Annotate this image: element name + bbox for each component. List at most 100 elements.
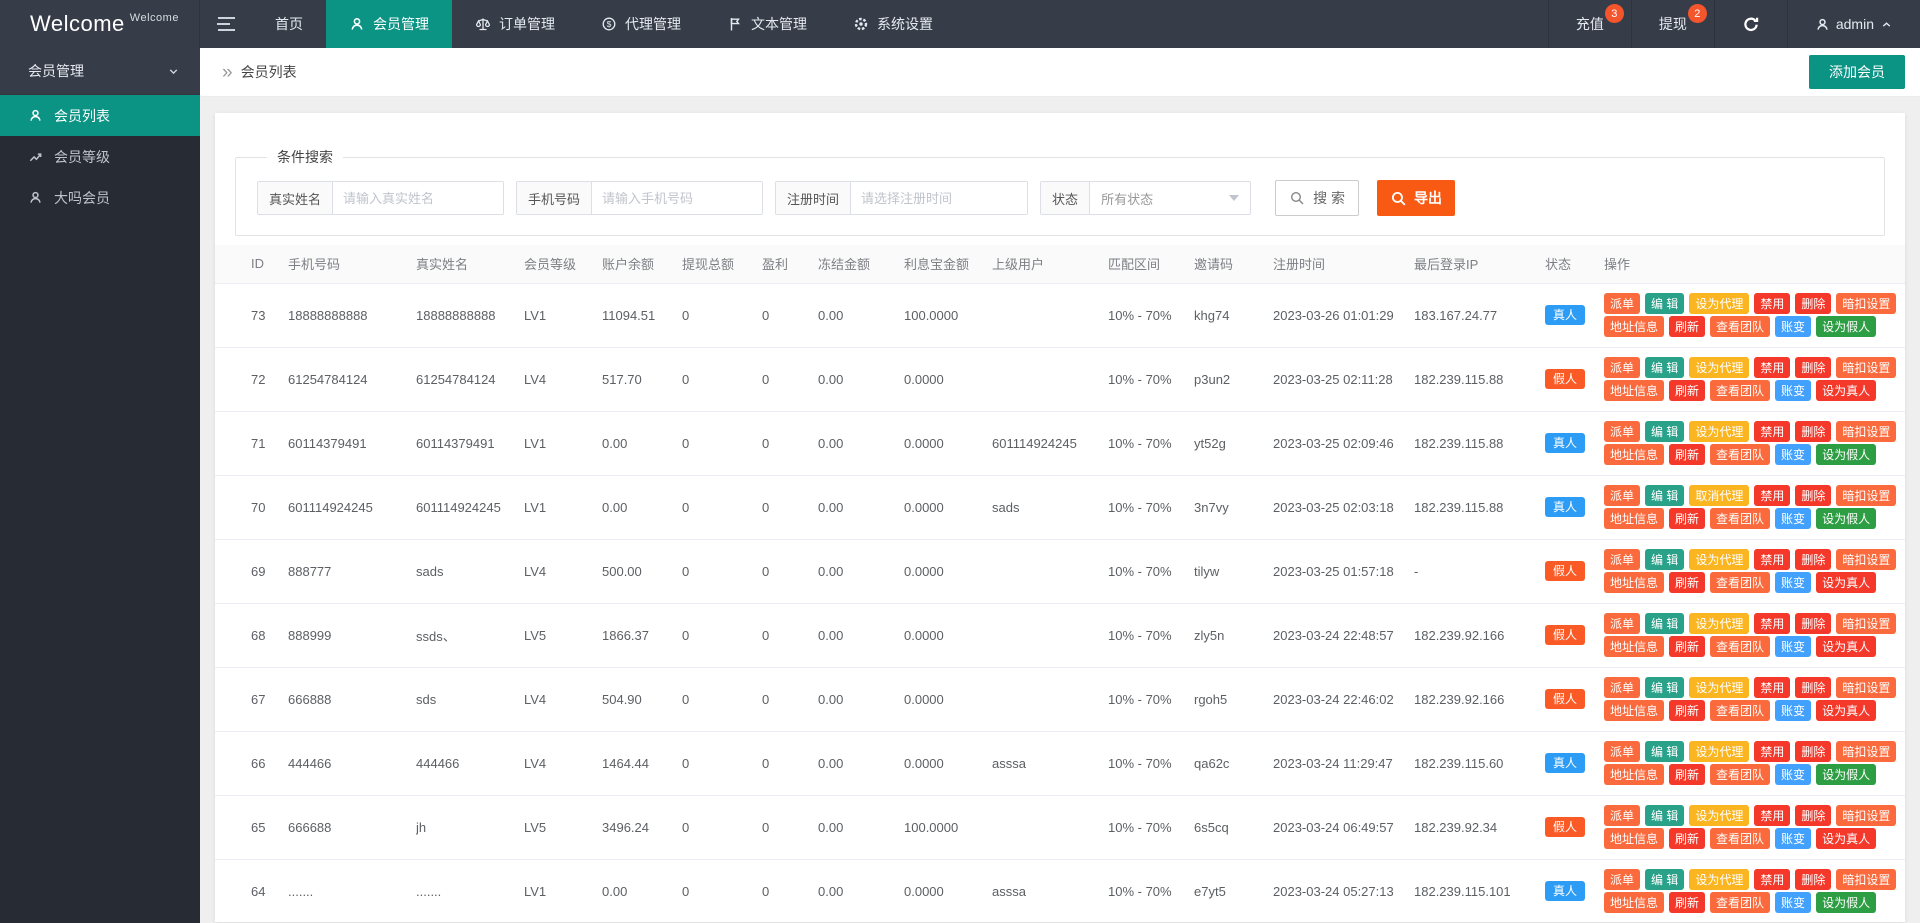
reg-time-input[interactable] — [851, 182, 1027, 214]
sidebar-toggle-icon[interactable] — [200, 0, 252, 48]
hidden-deduct-button[interactable]: 暗扣设置 — [1836, 357, 1896, 378]
set-fake-button[interactable]: 设为假人 — [1816, 508, 1876, 529]
account-change-button[interactable]: 账变 — [1775, 572, 1811, 593]
disable-button[interactable]: 禁用 — [1754, 741, 1790, 762]
address-info-button[interactable]: 地址信息 — [1604, 828, 1664, 849]
edit-button[interactable]: 编 辑 — [1645, 805, 1684, 826]
dispatch-button[interactable]: 派单 — [1604, 869, 1640, 890]
set-real-button[interactable]: 设为真人 — [1816, 636, 1876, 657]
refresh-row-button[interactable]: 刷新 — [1669, 508, 1705, 529]
set-agent-button[interactable]: 设为代理 — [1689, 677, 1749, 698]
set-fake-button[interactable]: 设为假人 — [1816, 764, 1876, 785]
set-agent-button[interactable]: 设为代理 — [1689, 357, 1749, 378]
refresh-row-button[interactable]: 刷新 — [1669, 700, 1705, 721]
menu-item-members[interactable]: 会员管理 — [326, 0, 452, 48]
hidden-deduct-button[interactable]: 暗扣设置 — [1836, 485, 1896, 506]
set-fake-button[interactable]: 设为假人 — [1816, 316, 1876, 337]
refresh-row-button[interactable]: 刷新 — [1669, 444, 1705, 465]
cancel-agent-button[interactable]: 取消代理 — [1689, 485, 1749, 506]
disable-button[interactable]: 禁用 — [1754, 613, 1790, 634]
dispatch-button[interactable]: 派单 — [1604, 357, 1640, 378]
dispatch-button[interactable]: 派单 — [1604, 805, 1640, 826]
address-info-button[interactable]: 地址信息 — [1604, 380, 1664, 401]
set-agent-button[interactable]: 设为代理 — [1689, 805, 1749, 826]
search-button[interactable]: 搜 索 — [1275, 180, 1359, 216]
view-team-button[interactable]: 查看团队 — [1710, 508, 1770, 529]
refresh-row-button[interactable]: 刷新 — [1669, 316, 1705, 337]
withdraw-link[interactable]: 提现 2 — [1631, 0, 1714, 48]
address-info-button[interactable]: 地址信息 — [1604, 764, 1664, 785]
account-change-button[interactable]: 账变 — [1775, 380, 1811, 401]
hidden-deduct-button[interactable]: 暗扣设置 — [1836, 741, 1896, 762]
edit-button[interactable]: 编 辑 — [1645, 677, 1684, 698]
account-change-button[interactable]: 账变 — [1775, 316, 1811, 337]
address-info-button[interactable]: 地址信息 — [1604, 508, 1664, 529]
hidden-deduct-button[interactable]: 暗扣设置 — [1836, 293, 1896, 314]
phone-input[interactable] — [592, 182, 762, 214]
view-team-button[interactable]: 查看团队 — [1710, 828, 1770, 849]
export-button[interactable]: 导出 — [1377, 180, 1455, 216]
delete-button[interactable]: 删除 — [1795, 421, 1831, 442]
account-change-button[interactable]: 账变 — [1775, 508, 1811, 529]
delete-button[interactable]: 删除 — [1795, 677, 1831, 698]
delete-button[interactable]: 删除 — [1795, 549, 1831, 570]
view-team-button[interactable]: 查看团队 — [1710, 700, 1770, 721]
edit-button[interactable]: 编 辑 — [1645, 613, 1684, 634]
sidebar-group-members[interactable]: 会员管理 — [0, 48, 200, 95]
disable-button[interactable]: 禁用 — [1754, 421, 1790, 442]
refresh-row-button[interactable]: 刷新 — [1669, 572, 1705, 593]
set-real-button[interactable]: 设为真人 — [1816, 828, 1876, 849]
set-agent-button[interactable]: 设为代理 — [1689, 741, 1749, 762]
real-name-input[interactable] — [333, 182, 503, 214]
view-team-button[interactable]: 查看团队 — [1710, 764, 1770, 785]
set-agent-button[interactable]: 设为代理 — [1689, 293, 1749, 314]
delete-button[interactable]: 删除 — [1795, 613, 1831, 634]
view-team-button[interactable]: 查看团队 — [1710, 892, 1770, 913]
disable-button[interactable]: 禁用 — [1754, 293, 1790, 314]
dispatch-button[interactable]: 派单 — [1604, 485, 1640, 506]
account-change-button[interactable]: 账变 — [1775, 700, 1811, 721]
status-select[interactable]: 所有状态 — [1090, 182, 1250, 214]
menu-item-agents[interactable]: $ 代理管理 — [578, 0, 704, 48]
address-info-button[interactable]: 地址信息 — [1604, 636, 1664, 657]
disable-button[interactable]: 禁用 — [1754, 357, 1790, 378]
hidden-deduct-button[interactable]: 暗扣设置 — [1836, 421, 1896, 442]
disable-button[interactable]: 禁用 — [1754, 677, 1790, 698]
edit-button[interactable]: 编 辑 — [1645, 485, 1684, 506]
account-change-button[interactable]: 账变 — [1775, 444, 1811, 465]
account-change-button[interactable]: 账变 — [1775, 828, 1811, 849]
view-team-button[interactable]: 查看团队 — [1710, 444, 1770, 465]
view-team-button[interactable]: 查看团队 — [1710, 636, 1770, 657]
set-real-button[interactable]: 设为真人 — [1816, 700, 1876, 721]
set-agent-button[interactable]: 设为代理 — [1689, 613, 1749, 634]
edit-button[interactable]: 编 辑 — [1645, 357, 1684, 378]
delete-button[interactable]: 删除 — [1795, 485, 1831, 506]
sidebar-item-member-level[interactable]: 会员等级 — [0, 136, 200, 177]
user-menu[interactable]: admin — [1787, 0, 1920, 48]
view-team-button[interactable]: 查看团队 — [1710, 316, 1770, 337]
delete-button[interactable]: 删除 — [1795, 293, 1831, 314]
hidden-deduct-button[interactable]: 暗扣设置 — [1836, 869, 1896, 890]
edit-button[interactable]: 编 辑 — [1645, 293, 1684, 314]
refresh-row-button[interactable]: 刷新 — [1669, 764, 1705, 785]
set-fake-button[interactable]: 设为假人 — [1816, 444, 1876, 465]
refresh-row-button[interactable]: 刷新 — [1669, 892, 1705, 913]
menu-item-home[interactable]: 首页 — [252, 0, 326, 48]
view-team-button[interactable]: 查看团队 — [1710, 572, 1770, 593]
dispatch-button[interactable]: 派单 — [1604, 421, 1640, 442]
refresh-button[interactable] — [1714, 0, 1787, 48]
delete-button[interactable]: 删除 — [1795, 741, 1831, 762]
dispatch-button[interactable]: 派单 — [1604, 677, 1640, 698]
address-info-button[interactable]: 地址信息 — [1604, 572, 1664, 593]
menu-item-texts[interactable]: 文本管理 — [704, 0, 830, 48]
set-fake-button[interactable]: 设为假人 — [1816, 892, 1876, 913]
disable-button[interactable]: 禁用 — [1754, 805, 1790, 826]
address-info-button[interactable]: 地址信息 — [1604, 316, 1664, 337]
set-agent-button[interactable]: 设为代理 — [1689, 869, 1749, 890]
sidebar-item-member-list[interactable]: 会员列表 — [0, 95, 200, 136]
edit-button[interactable]: 编 辑 — [1645, 549, 1684, 570]
hidden-deduct-button[interactable]: 暗扣设置 — [1836, 549, 1896, 570]
address-info-button[interactable]: 地址信息 — [1604, 444, 1664, 465]
dispatch-button[interactable]: 派单 — [1604, 549, 1640, 570]
delete-button[interactable]: 删除 — [1795, 805, 1831, 826]
